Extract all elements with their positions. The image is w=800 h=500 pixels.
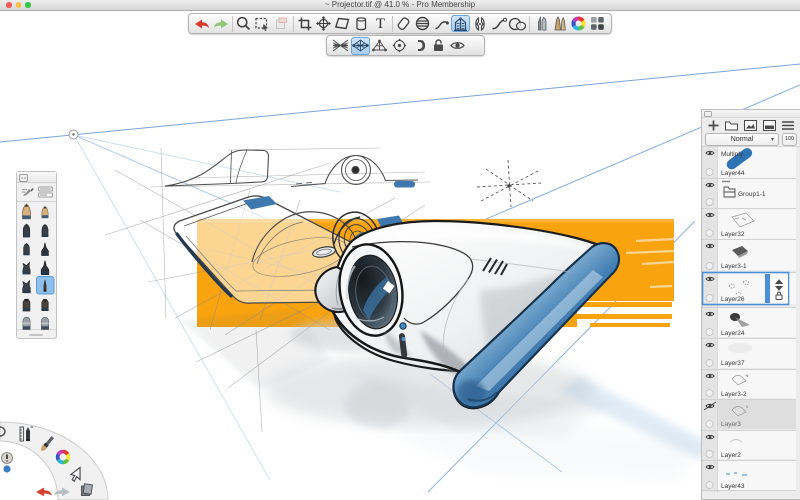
svg-text:Layer43: Layer43 [721,483,745,490]
svg-text:Layer37: Layer37 [721,360,745,367]
svg-text:Layer44: Layer44 [721,170,745,177]
svg-text:Group1-1: Group1-1 [738,191,766,198]
svg-text:Layer2: Layer2 [721,452,741,459]
svg-text:Multiply: Multiply [721,151,744,158]
svg-text:Layer26: Layer26 [721,296,745,303]
svg-text:Layer24: Layer24 [721,330,745,337]
svg-text:Layer3-2: Layer3-2 [721,391,747,398]
svg-text:Layer32: Layer32 [721,231,745,238]
svg-text:Layer3: Layer3 [721,421,741,428]
svg-text:Layer3-1: Layer3-1 [721,263,747,270]
